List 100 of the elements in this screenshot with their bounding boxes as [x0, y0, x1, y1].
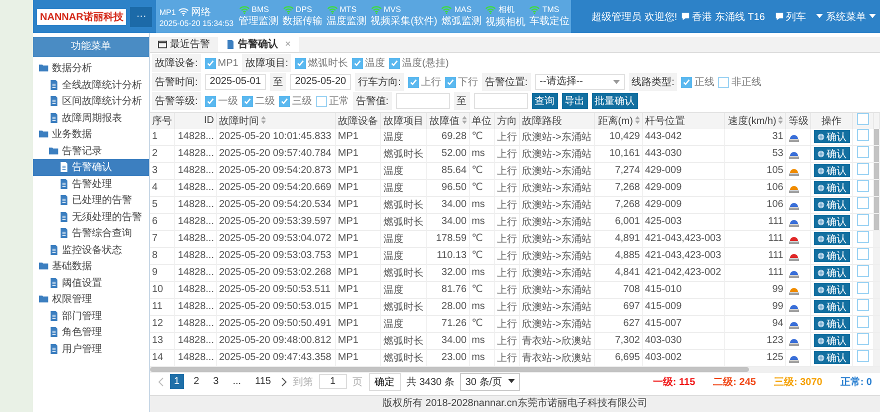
row-checkbox[interactable]	[857, 180, 869, 192]
tree-item[interactable]: 告警确认	[33, 159, 149, 176]
system-menu[interactable]: 系统菜单	[816, 10, 876, 24]
checkbox[interactable]	[352, 58, 364, 69]
row-checkbox[interactable]	[857, 316, 869, 328]
checkbox[interactable]	[295, 58, 306, 69]
checkbox[interactable]	[389, 58, 400, 69]
confirm-button[interactable]: 确认	[814, 215, 850, 228]
checkbox-option[interactable]: 正线	[681, 75, 714, 90]
tree-item[interactable]: 全线故障统计分析	[33, 76, 149, 93]
confirm-button[interactable]: 确认	[814, 266, 850, 280]
checkbox[interactable]	[242, 96, 253, 107]
sort-icon[interactable]	[261, 116, 266, 124]
tab[interactable]: 告警确认 ×	[218, 37, 299, 52]
sort-icon[interactable]	[778, 116, 784, 124]
next-page-icon[interactable]	[280, 376, 287, 387]
checkbox-option[interactable]: 一级	[204, 94, 238, 108]
confirm-button[interactable]: 确认	[814, 181, 850, 194]
tree-item[interactable]: 角色管理	[33, 324, 149, 340]
tree-item[interactable]: 故障周期报表	[33, 110, 149, 126]
sort-icon[interactable]	[634, 116, 640, 124]
confirm-button[interactable]: 确认	[814, 232, 850, 246]
input-field[interactable]: 2025-05-01	[204, 74, 266, 90]
checkbox-option[interactable]: 正常	[316, 94, 349, 108]
confirm-button[interactable]: 确认	[814, 164, 850, 178]
row-checkbox[interactable]	[857, 299, 869, 312]
tab[interactable]: 最近告警	[150, 37, 218, 52]
checkbox[interactable]	[204, 58, 216, 69]
row-checkbox[interactable]	[857, 350, 869, 362]
checkbox-option[interactable]: 非正线	[718, 75, 762, 90]
tree-item[interactable]: 权限管理	[33, 291, 149, 308]
row-checkbox[interactable]	[857, 146, 869, 158]
row-checkbox[interactable]	[857, 248, 869, 260]
confirm-button[interactable]: 确认	[814, 317, 850, 330]
row-checkbox[interactable]	[857, 197, 869, 210]
checkbox[interactable]	[278, 96, 290, 107]
confirm-button[interactable]: 确认	[814, 130, 850, 144]
input-field[interactable]: 2025-05-20	[290, 74, 352, 90]
page-number[interactable]: 3	[209, 374, 223, 390]
tree-item[interactable]: 基础数据	[33, 258, 149, 274]
tree-item[interactable]: 监控设备状态	[33, 242, 149, 258]
checkbox[interactable]	[681, 76, 692, 88]
checkbox[interactable]	[408, 76, 419, 88]
confirm-button[interactable]: 确认	[814, 334, 850, 348]
confirm-button[interactable]: 确认	[814, 198, 850, 212]
previous-page-icon[interactable]	[158, 376, 164, 387]
tree-item[interactable]: 阈值设置	[33, 274, 149, 291]
checkbox-option[interactable]: 温度	[352, 56, 386, 70]
checkbox-option[interactable]: 二级	[242, 94, 275, 108]
checkbox[interactable]	[718, 76, 730, 88]
tree-item[interactable]: 告警处理	[33, 176, 149, 192]
checkbox-option[interactable]: 上行	[408, 75, 441, 90]
tree-item[interactable]: 告警综合查询	[33, 225, 149, 242]
tree-item[interactable]: 业务数据	[33, 126, 149, 142]
input-field[interactable]	[396, 93, 450, 110]
page-number[interactable]: 2	[190, 374, 204, 390]
confirm-button[interactable]: 确认	[814, 147, 850, 160]
input-field[interactable]	[474, 93, 528, 110]
checkbox[interactable]	[444, 76, 456, 88]
checkbox-option[interactable]: 下行	[444, 75, 478, 90]
close-icon[interactable]: ×	[285, 38, 291, 50]
page-size-select[interactable]: 30 条/页	[460, 372, 520, 391]
tree-item[interactable]: 部门管理	[33, 308, 149, 324]
page-number[interactable]: 1	[170, 374, 184, 390]
confirm-button[interactable]: 确认	[814, 283, 850, 296]
confirm-button[interactable]: 确认	[814, 300, 850, 314]
checkbox-option[interactable]: 三级	[278, 94, 312, 108]
checkbox-option[interactable]: 燃弧时长	[295, 56, 348, 70]
checkbox-option[interactable]: MP1	[204, 58, 238, 69]
row-checkbox[interactable]	[857, 333, 869, 346]
menu-button[interactable]: ···	[130, 6, 152, 26]
checkbox[interactable]	[316, 96, 327, 107]
confirm-button[interactable]: 确认	[814, 351, 850, 364]
sort-icon[interactable]	[462, 116, 467, 124]
row-checkbox[interactable]	[857, 129, 869, 142]
tree-item[interactable]: 无须处理的告警	[33, 208, 149, 225]
tree-item[interactable]: 已处理的告警	[33, 192, 149, 208]
action-button[interactable]: 查询	[532, 93, 558, 110]
checkbox[interactable]	[204, 96, 216, 107]
tree-item[interactable]: 用户管理	[33, 340, 149, 357]
table-cell: 14	[150, 349, 175, 366]
select-all-checkbox[interactable]	[857, 113, 869, 126]
page-number[interactable]: ...	[228, 374, 246, 390]
confirm-page-button[interactable]: 确定	[368, 372, 401, 391]
tree-item[interactable]: 数据分析	[33, 60, 149, 76]
train-link[interactable]: 列车	[786, 10, 806, 24]
row-checkbox[interactable]	[857, 282, 869, 294]
dropdown[interactable]: --请选择--	[534, 74, 625, 90]
row-checkbox[interactable]	[857, 231, 869, 244]
page-number[interactable]: 115	[251, 374, 275, 390]
row-checkbox[interactable]	[857, 265, 869, 278]
action-button[interactable]: 批量确认	[592, 93, 638, 110]
checkbox-option[interactable]: 温度(悬挂)	[389, 56, 449, 70]
tree-item[interactable]: 告警记录	[33, 142, 149, 159]
tree-item[interactable]: 区间故障统计分析	[33, 93, 149, 110]
confirm-button[interactable]: 确认	[814, 249, 850, 262]
row-checkbox[interactable]	[857, 214, 869, 226]
page-input[interactable]: 1	[318, 374, 347, 390]
row-checkbox[interactable]	[857, 163, 869, 176]
action-button[interactable]: 导出	[562, 93, 588, 110]
